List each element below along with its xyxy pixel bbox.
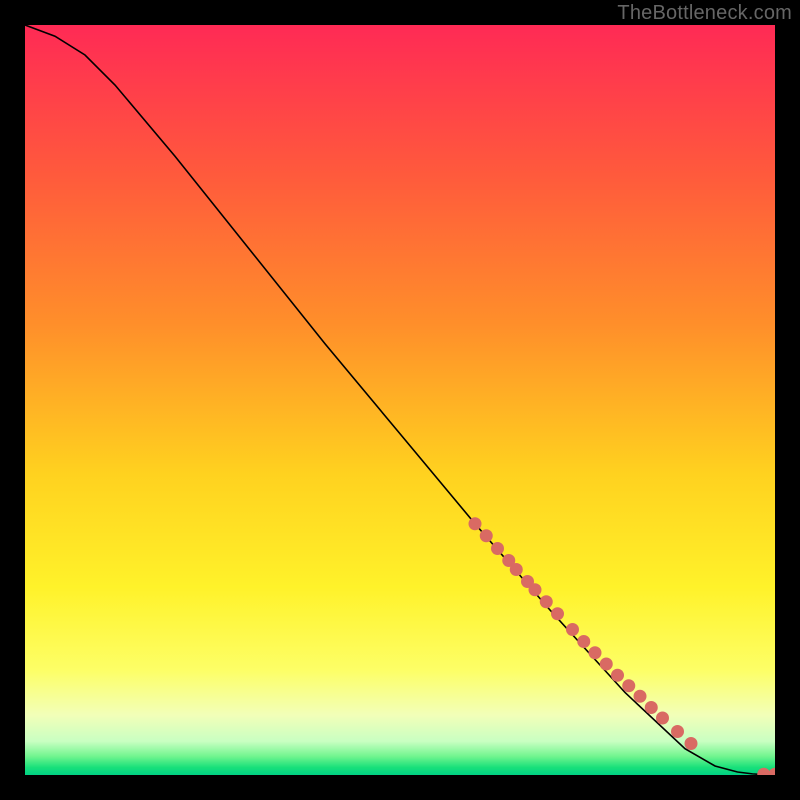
- data-point: [589, 646, 602, 659]
- data-point: [622, 679, 635, 692]
- watermark-text: TheBottleneck.com: [617, 2, 792, 25]
- chart-background: [25, 25, 775, 775]
- data-point: [656, 712, 669, 725]
- data-point: [551, 607, 564, 620]
- data-point: [510, 563, 523, 576]
- chart-stage: TheBottleneck.com: [0, 0, 800, 800]
- data-point: [540, 595, 553, 608]
- data-point: [566, 623, 579, 636]
- data-point: [671, 725, 684, 738]
- data-point: [600, 658, 613, 671]
- data-point: [469, 517, 482, 530]
- data-point: [645, 701, 658, 714]
- data-point: [611, 669, 624, 682]
- data-point: [685, 737, 698, 750]
- data-point: [491, 542, 504, 555]
- chart-svg: [25, 25, 775, 775]
- data-point: [577, 635, 590, 648]
- chart-area: [25, 25, 775, 775]
- data-point: [634, 690, 647, 703]
- data-point: [529, 583, 542, 596]
- data-point: [480, 529, 493, 542]
